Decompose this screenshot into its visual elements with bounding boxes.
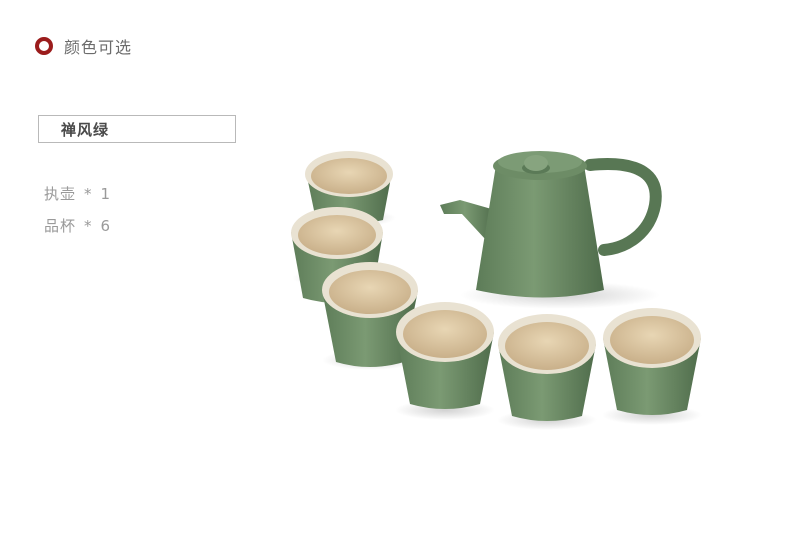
tea-cup xyxy=(497,314,597,430)
tea-cup xyxy=(602,308,702,425)
tea-set-product-image xyxy=(291,151,702,430)
tea-cup xyxy=(395,302,495,420)
teapot xyxy=(440,151,662,309)
